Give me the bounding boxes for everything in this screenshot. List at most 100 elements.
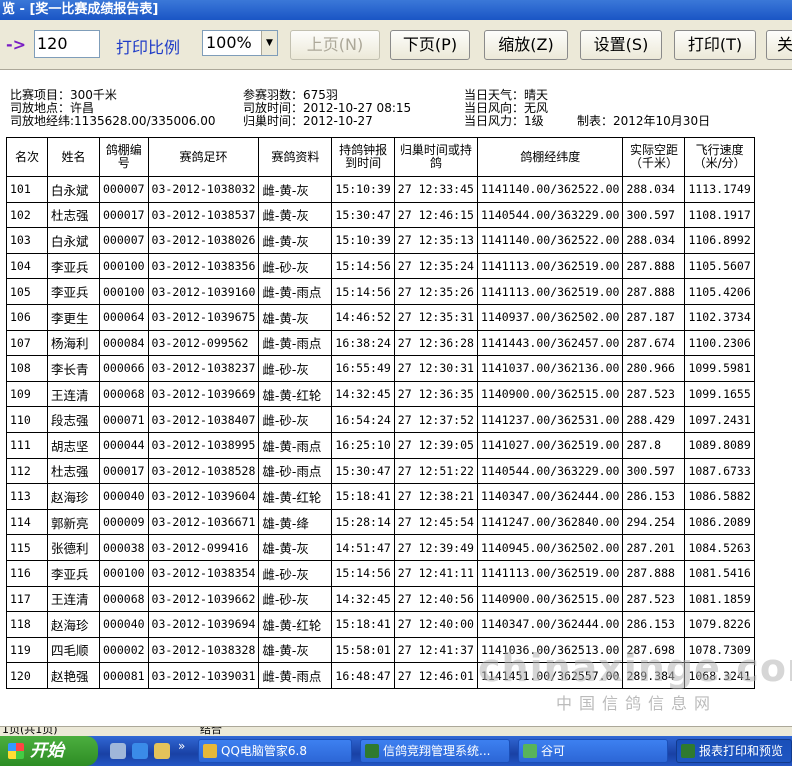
- task-report-preview[interactable]: 报表打印和预览: [676, 739, 792, 763]
- table-cell: 14:51:47: [331, 534, 395, 561]
- chevron-right-icon[interactable]: »: [178, 739, 185, 753]
- wind-force: 当日风力：1级: [464, 114, 544, 128]
- task-browser[interactable]: 谷可: [518, 739, 668, 763]
- table-cell: 27 12:30:31: [393, 355, 478, 382]
- table-cell: 1141037.00/362136.00: [476, 355, 624, 382]
- table-cell: 03-2012-1038237: [147, 355, 260, 382]
- table-cell: 雌-黄-雨点: [258, 662, 333, 689]
- table-cell: 104: [6, 252, 48, 280]
- report-page: 比赛项目：300千米 司放地点：许昌 司放地经纬:1135628.00/3350…: [0, 70, 792, 726]
- table-cell: 27 12:35:13: [393, 227, 478, 254]
- prev-page-button[interactable]: 上页(N): [290, 30, 380, 60]
- table-cell: 27 12:41:37: [393, 636, 478, 664]
- table-cell: 103: [6, 227, 48, 254]
- table-cell: 1081.5416: [684, 559, 755, 587]
- table-row: 111 胡志坚 000044 03-2012-1038995 雄-黄-雨点 16:25:1…: [6, 431, 755, 459]
- table-cell: 1100.2306: [684, 329, 755, 357]
- compiled-date: 制表：2012年10月30日: [577, 114, 711, 128]
- table-cell: 14:32:45: [331, 380, 395, 408]
- task-qq[interactable]: QQ电脑管家6.8: [198, 739, 352, 763]
- table-cell: 1105.4206: [684, 278, 755, 305]
- table-row: 115 张德利 000038 03-2012-099416 雄-黄-灰 14:51:47 2…: [6, 534, 755, 561]
- table-cell: 1141113.00/362519.00: [476, 252, 624, 280]
- print-button[interactable]: 打印(T): [674, 30, 756, 60]
- table-row: 103 白永斌 000007 03-2012-1038026 雌-黄-灰 15:10:39…: [6, 227, 755, 254]
- table-cell: 27 12:38:21: [393, 483, 478, 510]
- table-cell: 赵艳强: [47, 662, 100, 689]
- watermark-cn: 中国信鸽信息网: [556, 694, 718, 713]
- table-cell: 杜志强: [47, 457, 100, 485]
- table-cell: 李亚兵: [47, 252, 100, 280]
- desktop-icon[interactable]: [110, 743, 126, 759]
- table-cell: 1140937.00/362502.00: [476, 303, 624, 331]
- table-cell: 雄-黄-红轮: [258, 611, 333, 638]
- watermark: chinaxinge.com: [478, 646, 792, 690]
- table-cell: 雌-砂-灰: [258, 559, 333, 587]
- table-cell: 107: [6, 329, 48, 357]
- table-cell: 288.429: [622, 406, 686, 433]
- table-cell: 288.034: [622, 227, 686, 254]
- start-label: 开始: [30, 741, 64, 761]
- table-cell: 1140900.00/362515.00: [476, 380, 624, 408]
- table-cell: 287.187: [622, 303, 686, 331]
- app-tree-icon: [681, 744, 695, 758]
- table-row: 108 李长青 000066 03-2012-1038237 雌-砂-灰 16:55:49…: [6, 355, 755, 382]
- table-cell: 280.966: [622, 355, 686, 382]
- table-cell: 1140347.00/362444.00: [476, 483, 624, 510]
- table-cell: 15:18:41: [331, 483, 395, 510]
- table-row: 106 李更生 000064 03-2012-1039675 雄-黄-灰 14:46:52…: [6, 303, 755, 331]
- table-cell: 16:55:49: [331, 355, 395, 382]
- table-cell: 雌-黄-灰: [258, 176, 333, 203]
- table-cell: 16:48:47: [331, 662, 395, 689]
- page-number-input[interactable]: 120: [34, 30, 100, 58]
- chevron-down-icon[interactable]: ▼: [261, 31, 277, 55]
- table-cell: 雄-黄-红轮: [258, 380, 333, 408]
- arrow-right-icon: ->: [6, 35, 27, 54]
- table-cell: 15:30:47: [331, 201, 395, 229]
- table-cell: 1086.5882: [684, 483, 755, 510]
- media-icon[interactable]: [154, 743, 170, 759]
- table-cell: 000044: [99, 431, 149, 459]
- table-cell: 雌-黄-灰: [258, 201, 333, 229]
- close-button[interactable]: 关: [766, 30, 792, 60]
- table-row: 117 王连清 000068 03-2012-1039662 雌-砂-灰 14:32:45…: [6, 585, 755, 613]
- table-cell: 27 12:36:35: [393, 380, 478, 408]
- table-cell: 000100: [99, 559, 149, 587]
- table-cell: 03-2012-1039694: [147, 611, 260, 638]
- table-cell: 15:58:01: [331, 636, 395, 664]
- table-cell: 03-2012-1038995: [147, 431, 260, 459]
- print-ratio-label: 打印比例: [116, 38, 181, 57]
- table-cell: 03-2012-1038032: [147, 176, 260, 203]
- zoom-select[interactable]: 100% ▼: [202, 30, 278, 56]
- table-cell: 000068: [99, 380, 149, 408]
- table-row: 113 赵海珍 000040 03-2012-1039604 雄-黄-红轮 15:18:4…: [6, 483, 755, 510]
- table-cell: 15:10:39: [331, 176, 395, 203]
- preview-toolbar: -> 120 打印比例 100% ▼ 上页(N) 下页(P) 缩放(Z) 设置(…: [0, 20, 792, 70]
- table-cell: 王连清: [47, 585, 100, 613]
- next-page-button[interactable]: 下页(P): [390, 30, 470, 60]
- zoom-button[interactable]: 缩放(Z): [484, 30, 568, 60]
- ie-browser-icon[interactable]: [132, 743, 148, 759]
- table-cell: 1099.5981: [684, 355, 755, 382]
- column-header: 持鸽钟报到时间: [331, 137, 395, 177]
- table-cell: 1140900.00/362515.00: [476, 585, 624, 613]
- table-cell: 雄-黄-灰: [258, 534, 333, 561]
- table-cell: 112: [6, 457, 48, 485]
- table-cell: 1113.1749: [684, 176, 755, 203]
- table-cell: 1140544.00/363229.00: [476, 201, 624, 229]
- taskbar: 开始 » QQ电脑管家6.8 信鸽竞翔管理系统... 谷可 报表打印和预览: [0, 736, 792, 766]
- table-cell: 03-2012-1039662: [147, 585, 260, 613]
- settings-button[interactable]: 设置(S): [580, 30, 662, 60]
- start-button[interactable]: 开始: [0, 736, 98, 766]
- table-cell: 102: [6, 201, 48, 229]
- zoom-value: 100%: [206, 33, 252, 52]
- table-cell: 114: [6, 508, 48, 536]
- table-cell: 03-2012-1038537: [147, 201, 260, 229]
- table-cell: 1102.3734: [684, 303, 755, 331]
- task-pigeon-system[interactable]: 信鸽竞翔管理系统...: [360, 739, 510, 763]
- table-cell: 109: [6, 380, 48, 408]
- table-cell: 27 12:39:49: [393, 534, 478, 561]
- table-cell: 雌-砂-灰: [258, 252, 333, 280]
- table-cell: 03-2012-099416: [147, 534, 260, 561]
- table-cell: 雄-黄-灰: [258, 303, 333, 331]
